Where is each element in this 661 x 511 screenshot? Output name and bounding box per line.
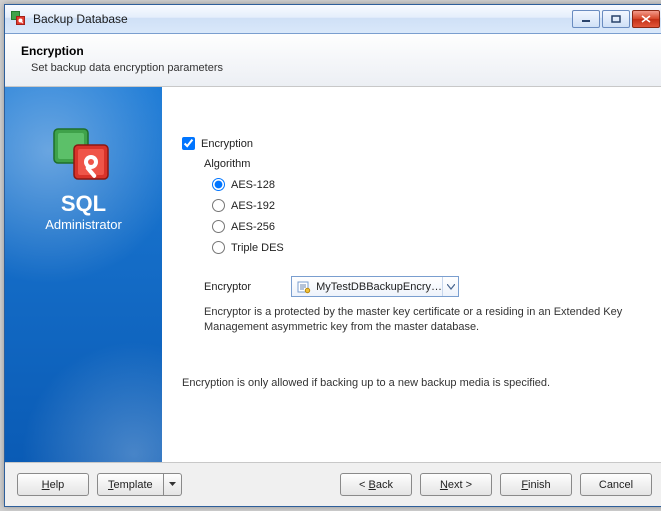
algorithm-option-tripledes[interactable]: Triple DES xyxy=(212,241,644,254)
body: SQL Administrator Encryption Algorithm A… xyxy=(5,87,661,462)
algorithm-radio-label: AES-192 xyxy=(231,200,275,212)
template-button[interactable]: Template xyxy=(97,473,164,496)
cancel-button[interactable]: Cancel xyxy=(580,473,652,496)
backup-database-window: Backup Database Encryption Set backup da… xyxy=(4,4,661,507)
next-button[interactable]: Next > xyxy=(420,473,492,496)
encryption-checkbox-row[interactable]: Encryption xyxy=(182,137,644,150)
encryptor-dropdown[interactable]: MyTestDBBackupEncryp... xyxy=(291,276,459,297)
titlebar: Backup Database xyxy=(5,5,661,34)
algorithm-option-aes128[interactable]: AES-128 xyxy=(212,178,644,191)
algorithm-radio-label: Triple DES xyxy=(231,242,284,254)
algorithm-radio[interactable] xyxy=(212,178,225,191)
window-controls xyxy=(572,10,660,28)
encryption-note: Encryption is only allowed if backing up… xyxy=(182,377,644,389)
brand-title: SQL xyxy=(61,191,106,217)
encryptor-help-text: Encryptor is a protected by the master k… xyxy=(204,305,644,335)
close-button[interactable] xyxy=(632,10,660,28)
algorithm-radio[interactable] xyxy=(212,199,225,212)
finish-button[interactable]: Finish xyxy=(500,473,572,496)
encryptor-label: Encryptor xyxy=(204,281,251,293)
maximize-button[interactable] xyxy=(602,10,630,28)
brand-subtitle: Administrator xyxy=(45,217,122,232)
page-title: Encryption xyxy=(21,44,648,58)
chevron-down-icon[interactable] xyxy=(442,277,458,296)
sidebar-brand: SQL Administrator xyxy=(5,87,162,462)
algorithm-radio[interactable] xyxy=(212,241,225,254)
encryption-checkbox[interactable] xyxy=(182,137,195,150)
page-subtitle: Set backup data encryption parameters xyxy=(31,62,648,74)
encryption-checkbox-label: Encryption xyxy=(201,138,253,150)
encryptor-value: MyTestDBBackupEncryp... xyxy=(316,281,442,293)
algorithm-option-aes192[interactable]: AES-192 xyxy=(212,199,644,212)
algorithm-radio[interactable] xyxy=(212,220,225,233)
algorithm-option-aes256[interactable]: AES-256 xyxy=(212,220,644,233)
certificate-icon xyxy=(296,279,312,295)
algorithm-radio-label: AES-256 xyxy=(231,221,275,233)
page-header: Encryption Set backup data encryption pa… xyxy=(5,34,661,87)
algorithm-radio-group: AES-128 AES-192 AES-256 Triple DES xyxy=(212,178,644,254)
minimize-button[interactable] xyxy=(572,10,600,28)
content-pane: Encryption Algorithm AES-128 AES-192 AES… xyxy=(162,87,661,462)
encryptor-row: Encryptor MyTestDBBackupEncryp... xyxy=(204,276,644,297)
template-dropdown-arrow[interactable] xyxy=(164,473,182,496)
app-icon xyxy=(11,11,27,27)
window-title: Backup Database xyxy=(33,12,572,26)
algorithm-radio-label: AES-128 xyxy=(231,179,275,191)
back-button[interactable]: < Back xyxy=(340,473,412,496)
algorithm-group-label: Algorithm xyxy=(204,158,644,170)
help-button[interactable]: Help xyxy=(17,473,89,496)
brand-icon xyxy=(48,127,120,187)
wizard-footer: Help Template < Back Next > Finish Cance… xyxy=(5,462,661,506)
template-split-button: Template xyxy=(97,473,182,496)
